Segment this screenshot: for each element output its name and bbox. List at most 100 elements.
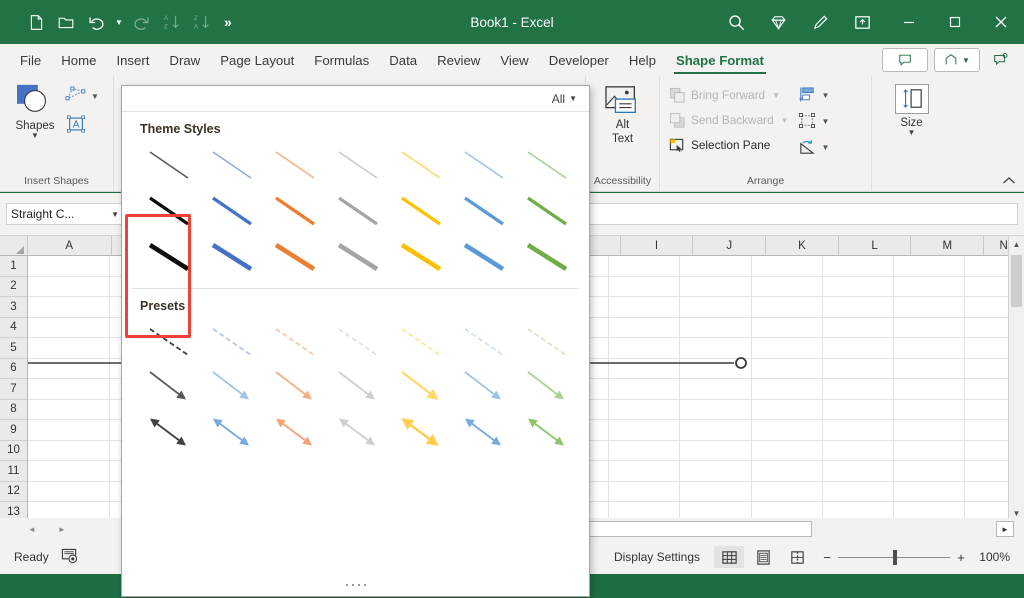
name-box[interactable]: Straight C... ▼ (6, 203, 124, 225)
theme-style-medium-5[interactable] (452, 188, 515, 234)
theme-style-medium-3[interactable] (326, 188, 389, 234)
tab-view[interactable]: View (490, 44, 538, 76)
rotate-objects-caret[interactable]: ▼ (822, 143, 830, 152)
preset-arrow-6[interactable] (515, 365, 578, 411)
theme-style-medium-6[interactable] (515, 188, 578, 234)
zoom-level-label[interactable]: 100% (976, 550, 1010, 564)
preset-double-arrow-3[interactable] (326, 411, 389, 457)
undo-dropdown-caret[interactable]: ▼ (112, 8, 126, 36)
theme-style-medium-4[interactable] (389, 188, 452, 234)
tab-draw[interactable]: Draw (159, 44, 210, 76)
preset-dashed-2[interactable] (263, 319, 326, 365)
hscroll-right-button[interactable]: ► (996, 521, 1014, 537)
group-objects-button[interactable]: ▼ (798, 110, 830, 132)
display-settings-label[interactable]: Display Settings (614, 550, 700, 564)
gallery-resize-grip[interactable] (122, 574, 589, 596)
page-layout-view-button[interactable] (748, 546, 778, 568)
new-file-icon[interactable] (22, 8, 50, 36)
preset-double-arrow-1[interactable] (200, 411, 263, 457)
row-header-3[interactable]: 3 (0, 297, 27, 318)
column-header-J[interactable]: J (693, 236, 767, 255)
vertical-scrollbar[interactable]: ▲ ▼ (1008, 236, 1024, 522)
preset-double-arrow-0[interactable] (137, 411, 200, 457)
theme-style-thick-6[interactable] (515, 234, 578, 280)
normal-view-button[interactable] (714, 546, 744, 568)
size-dropdown-caret[interactable]: ▼ (908, 129, 916, 137)
row-header-8[interactable]: 8 (0, 400, 27, 420)
tab-file[interactable]: File (10, 44, 51, 76)
zoom-slider[interactable]: − + (822, 549, 966, 565)
row-header-6[interactable]: 6 (0, 359, 27, 379)
sheet-next-icon[interactable]: ► (58, 525, 66, 534)
vertical-scroll-track[interactable] (1009, 253, 1024, 505)
theme-style-thin-1[interactable] (200, 142, 263, 188)
close-button[interactable] (978, 0, 1024, 44)
preset-double-arrow-6[interactable] (515, 411, 578, 457)
theme-style-thin-2[interactable] (263, 142, 326, 188)
shape-styles-gallery-dropdown[interactable]: All ▼ Theme Styles Presets (121, 85, 590, 597)
column-header-I[interactable]: I (621, 236, 694, 255)
name-box-caret-icon[interactable]: ▼ (111, 210, 119, 219)
scroll-up-button[interactable]: ▲ (1009, 236, 1024, 253)
preset-arrow-1[interactable] (200, 365, 263, 411)
row-header-2[interactable]: 2 (0, 277, 27, 297)
preset-double-arrow-5[interactable] (452, 411, 515, 457)
preset-dashed-3[interactable] (326, 319, 389, 365)
diamond-icon[interactable] (758, 5, 798, 39)
theme-style-thick-5[interactable] (452, 234, 515, 280)
tab-review[interactable]: Review (427, 44, 490, 76)
size-button[interactable]: Size ▼ (884, 80, 940, 137)
row-header-10[interactable]: 10 (0, 441, 27, 461)
presence-icon[interactable] (842, 5, 882, 39)
preset-dashed-0[interactable] (137, 319, 200, 365)
group-objects-caret[interactable]: ▼ (822, 117, 830, 126)
row-header-9[interactable]: 9 (0, 420, 27, 441)
page-break-preview-button[interactable] (782, 546, 812, 568)
edit-shape-caret[interactable]: ▼ (91, 92, 99, 101)
collapse-ribbon-button[interactable] (1002, 176, 1016, 189)
vertical-scroll-thumb[interactable] (1011, 255, 1022, 307)
column-header-L[interactable]: L (839, 236, 912, 255)
tab-home[interactable]: Home (51, 44, 106, 76)
open-file-icon[interactable] (52, 8, 80, 36)
people-icon[interactable] (986, 47, 1016, 73)
theme-style-thick-3[interactable] (326, 234, 389, 280)
maximize-button[interactable] (932, 0, 978, 44)
theme-style-thick-4[interactable] (389, 234, 452, 280)
row-header-12[interactable]: 12 (0, 482, 27, 502)
rotate-objects-button[interactable]: ▼ (798, 136, 830, 158)
tab-shape-format[interactable]: Shape Format (666, 44, 774, 76)
tab-help[interactable]: Help (619, 44, 666, 76)
column-header-A[interactable]: A (28, 236, 112, 255)
theme-style-thin-3[interactable] (326, 142, 389, 188)
preset-arrow-0[interactable] (137, 365, 200, 411)
text-box-icon[interactable]: A (64, 114, 88, 139)
shapes-button[interactable]: Shapes ▼ (6, 80, 64, 140)
gallery-filter-caret-icon[interactable]: ▼ (569, 94, 577, 103)
preset-dashed-1[interactable] (200, 319, 263, 365)
theme-style-medium-0[interactable] (137, 188, 200, 234)
preset-arrow-3[interactable] (326, 365, 389, 411)
sheet-prev-icon[interactable]: ◄ (28, 525, 36, 534)
theme-style-thin-0[interactable] (137, 142, 200, 188)
search-icon[interactable] (714, 0, 758, 44)
alt-text-button[interactable]: Alt Text (594, 80, 652, 146)
theme-style-thick-0[interactable] (137, 234, 200, 280)
column-header-K[interactable]: K (766, 236, 839, 255)
preset-dashed-4[interactable] (389, 319, 452, 365)
preset-double-arrow-2[interactable] (263, 411, 326, 457)
tab-insert[interactable]: Insert (106, 44, 159, 76)
select-all-corner[interactable] (0, 236, 28, 255)
record-macro-icon[interactable] (61, 548, 78, 567)
comments-button[interactable] (882, 48, 928, 72)
theme-style-thick-2[interactable] (263, 234, 326, 280)
theme-style-thick-1[interactable] (200, 234, 263, 280)
tab-developer[interactable]: Developer (539, 44, 619, 76)
edit-shape-icon[interactable] (64, 84, 88, 109)
minimize-button[interactable] (886, 0, 932, 44)
shapes-dropdown-caret[interactable]: ▼ (31, 132, 39, 140)
zoom-in-button[interactable]: + (956, 550, 966, 565)
align-objects-caret[interactable]: ▼ (822, 91, 830, 100)
preset-arrow-2[interactable] (263, 365, 326, 411)
gallery-filter-all[interactable]: All ▼ (552, 92, 577, 106)
